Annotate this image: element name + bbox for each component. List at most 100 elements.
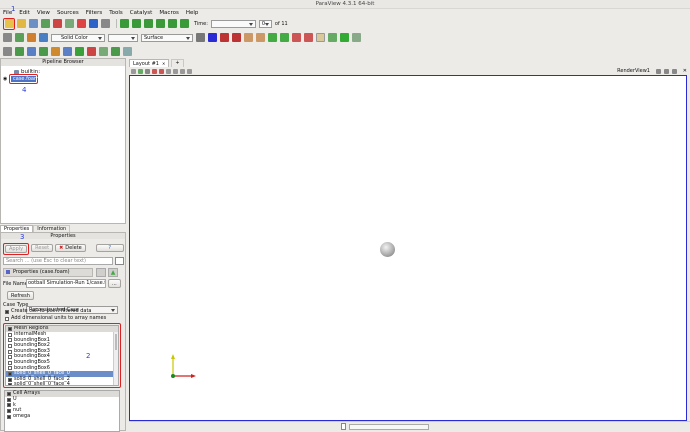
warp-vector-icon[interactable]	[99, 47, 108, 56]
zoom-to-data-icon[interactable]	[208, 33, 217, 42]
cell-array-checkbox[interactable]	[7, 408, 11, 413]
properties-search-input[interactable]: Search ... (use Esc to clear text)	[3, 257, 113, 265]
time-step-spinner[interactable]: 0	[258, 19, 272, 28]
mesh-region-row[interactable]: solid_0_shell_0_face_4	[6, 382, 118, 385]
rescale-icon[interactable]	[15, 33, 24, 42]
slice-icon[interactable]	[39, 47, 48, 56]
close-view-icon[interactable]: ✕	[683, 68, 687, 74]
render-view[interactable]	[129, 75, 687, 421]
mesh-region-checkbox[interactable]	[8, 371, 12, 376]
center-axes-icon[interactable]	[328, 33, 337, 42]
mesh-region-checkbox[interactable]	[8, 360, 12, 365]
help-button[interactable]: ?	[95, 244, 124, 252]
view-minus-z-icon[interactable]	[280, 33, 289, 42]
view-plus-z-icon[interactable]	[268, 33, 277, 42]
redo-icon[interactable]	[65, 19, 74, 28]
color-map-icon[interactable]	[27, 33, 36, 42]
mesh-regions-scroll-thumb[interactable]	[115, 334, 117, 350]
cell-arrays-list[interactable]: Cell Arrays Uk nut omega	[4, 390, 120, 432]
cell-array-checkbox[interactable]	[7, 414, 11, 419]
file-name-field[interactable]: ootball Simulation-Run 1/case.foam	[26, 279, 106, 288]
play-icon[interactable]	[144, 19, 153, 28]
cell-arrays-all-checkbox[interactable]	[7, 392, 11, 396]
mesh-regions-all-checkbox[interactable]	[8, 327, 12, 331]
clip-icon[interactable]	[27, 47, 36, 56]
mesh-region-checkbox[interactable]	[8, 338, 12, 343]
representation-select[interactable]: Surface	[141, 33, 193, 42]
glyph-icon[interactable]	[75, 47, 84, 56]
contour-icon[interactable]	[15, 47, 24, 56]
view-minus-x-icon[interactable]	[232, 33, 241, 42]
mesh-region-checkbox[interactable]	[8, 332, 12, 337]
help-icon[interactable]	[89, 19, 98, 28]
apply-button[interactable]: Apply	[5, 245, 28, 253]
pipeline-item-case-foam[interactable]: case.foam	[9, 74, 39, 84]
first-frame-icon[interactable]	[120, 19, 129, 28]
component-select[interactable]	[108, 33, 138, 42]
capture-icon[interactable]	[145, 68, 150, 74]
view-3d-icon[interactable]	[138, 68, 143, 74]
show-center-icon[interactable]	[340, 33, 349, 42]
mesh-region-checkbox[interactable]	[8, 366, 12, 371]
split-vertical-icon[interactable]	[664, 68, 669, 74]
view-plus-x-icon[interactable]	[220, 33, 229, 42]
find-data-icon[interactable]	[101, 19, 110, 28]
mesh-region-checkbox[interactable]	[8, 349, 12, 354]
extract-level-icon[interactable]	[123, 47, 132, 56]
reset-camera-icon[interactable]	[196, 33, 205, 42]
connect-icon[interactable]	[77, 19, 86, 28]
previous-frame-icon[interactable]	[132, 19, 141, 28]
load-state-icon[interactable]	[41, 19, 50, 28]
advanced-toggle-icon[interactable]	[115, 257, 124, 265]
undo-icon[interactable]	[53, 19, 62, 28]
toggle-visibility-icon[interactable]	[3, 33, 12, 42]
split-horizontal-icon[interactable]	[656, 68, 661, 74]
mesh-regions-list[interactable]: Mesh Regions internalMesh boundingBox1 bou…	[5, 325, 119, 386]
group-datasets-icon[interactable]	[111, 47, 120, 56]
threshold-icon[interactable]	[51, 47, 60, 56]
stream-tracer-icon[interactable]	[87, 47, 96, 56]
tab-information[interactable]: Information	[33, 225, 71, 232]
select-cells-icon[interactable]	[152, 68, 157, 74]
maximize-icon[interactable]	[672, 68, 677, 74]
calculator-icon[interactable]	[3, 47, 12, 56]
eye-icon[interactable]: ◉	[3, 76, 7, 82]
rotate-90-icon[interactable]	[292, 33, 301, 42]
save-state-icon[interactable]	[29, 19, 38, 28]
view-plus-y-icon[interactable]	[244, 33, 253, 42]
paste-properties-icon[interactable]: ▲	[108, 268, 118, 277]
select-frustum-icon[interactable]	[166, 68, 171, 74]
view-minus-y-icon[interactable]	[256, 33, 265, 42]
add-dim-checkbox[interactable]	[5, 316, 9, 321]
copy-properties-icon[interactable]	[96, 268, 106, 277]
reset-button[interactable]: Reset	[31, 244, 54, 252]
create-cell-to-point-option[interactable]: Create cell-to-point filtered data	[3, 308, 92, 315]
loop-icon[interactable]	[180, 19, 189, 28]
football-model[interactable]	[380, 242, 395, 257]
open-file-button[interactable]	[3, 17, 15, 30]
cell-array-checkbox[interactable]	[7, 397, 11, 402]
select-points-icon[interactable]	[159, 68, 164, 74]
delete-button[interactable]: ✖ Delete	[55, 244, 86, 252]
reset-view-icon[interactable]	[131, 68, 136, 74]
color-by-select[interactable]: Solid Color	[51, 33, 105, 42]
close-tab-icon[interactable]: ✕	[162, 61, 165, 67]
clear-selection-icon[interactable]	[187, 68, 192, 74]
scalar-bar-icon[interactable]	[39, 33, 48, 42]
mesh-region-checkbox[interactable]	[8, 343, 12, 348]
select-block-icon[interactable]	[173, 68, 178, 74]
add-dimensional-units-option[interactable]: Add dimensional units to array names	[3, 315, 106, 322]
cell-array-checkbox[interactable]	[7, 403, 11, 408]
mesh-region-checkbox[interactable]	[8, 355, 12, 360]
extract-subset-icon[interactable]	[63, 47, 72, 56]
open-folder-icon[interactable]	[17, 19, 26, 28]
mesh-region-checkbox[interactable]	[8, 377, 12, 382]
next-frame-icon[interactable]	[156, 19, 165, 28]
interaction-mode-icon[interactable]	[316, 33, 325, 42]
interactive-select-icon[interactable]	[180, 68, 185, 74]
browse-button[interactable]: ...	[108, 279, 121, 288]
time-field[interactable]	[210, 19, 256, 28]
pick-center-icon[interactable]	[352, 33, 361, 42]
last-frame-icon[interactable]	[168, 19, 177, 28]
mesh-regions-scrollbar[interactable]	[113, 332, 118, 385]
